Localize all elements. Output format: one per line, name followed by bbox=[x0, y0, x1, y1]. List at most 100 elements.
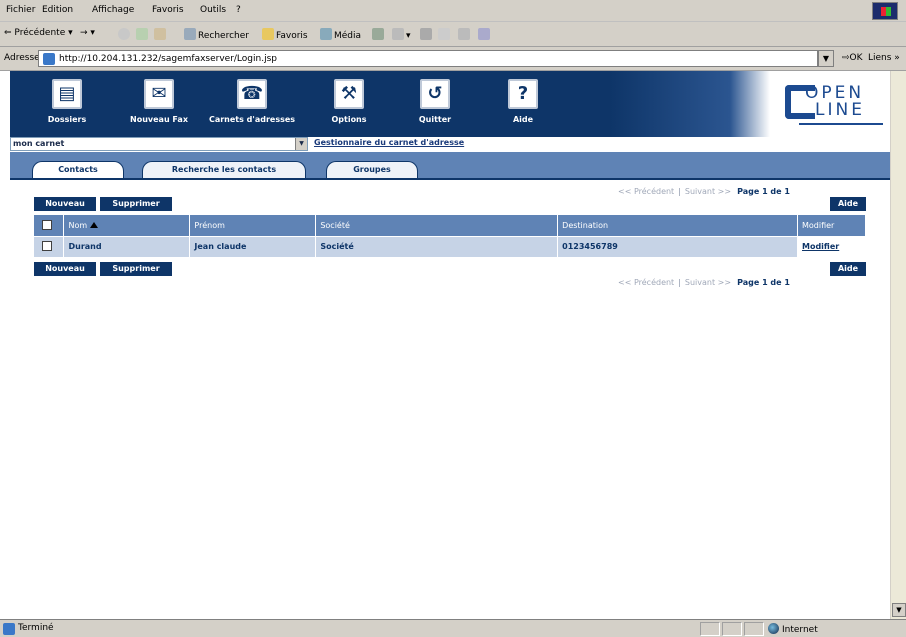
messenger-icon bbox=[478, 28, 490, 40]
address-dropdown-icon[interactable]: ▼ bbox=[818, 50, 834, 67]
column-header-societe[interactable]: Société bbox=[315, 215, 559, 236]
address-input[interactable]: http://10.204.131.232/sagemfaxserver/Log… bbox=[38, 50, 818, 67]
go-button[interactable]: ⇨OK bbox=[842, 53, 863, 63]
fax-icon: ✉ bbox=[144, 79, 174, 109]
help-icon: ? bbox=[508, 79, 538, 109]
help-button-bottom[interactable]: Aide bbox=[830, 262, 866, 276]
stop-button[interactable] bbox=[118, 28, 132, 41]
column-header-nom[interactable]: Nom bbox=[63, 215, 191, 236]
search-button[interactable]: Rechercher bbox=[184, 28, 249, 41]
discuss-icon bbox=[458, 28, 470, 40]
media-icon bbox=[320, 28, 332, 40]
nav-options[interactable]: ⚒ Options bbox=[304, 75, 394, 124]
home-icon bbox=[154, 28, 166, 40]
cell-modifier: Modifier bbox=[797, 235, 866, 257]
status-bar: Terminé Internet bbox=[0, 619, 906, 637]
edit-button[interactable] bbox=[438, 28, 452, 41]
select-all-checkbox[interactable] bbox=[42, 219, 52, 230]
folder-icon: ▤ bbox=[52, 79, 82, 109]
history-button[interactable] bbox=[372, 28, 386, 41]
page-scrollbar[interactable]: ▼ bbox=[890, 71, 906, 619]
pager-next[interactable]: Suivant >> bbox=[685, 187, 731, 196]
edit-contact-link[interactable]: Modifier bbox=[802, 242, 839, 251]
history-icon bbox=[372, 28, 384, 40]
breadcrumb[interactable]: Gestionnaire du carnet d'adresse bbox=[314, 138, 464, 147]
mail-button[interactable]: ▾ bbox=[392, 28, 411, 41]
new-button-top[interactable]: Nouveau bbox=[34, 197, 96, 211]
open-line-logo: OPEN LINE bbox=[785, 83, 885, 127]
tab-contacts[interactable]: Contacts bbox=[32, 161, 124, 179]
menu-fichier[interactable]: Fichier bbox=[6, 5, 35, 15]
refresh-icon bbox=[136, 28, 148, 40]
delete-button-bottom[interactable]: Supprimer bbox=[100, 262, 172, 276]
links-button[interactable]: Liens » bbox=[868, 53, 900, 63]
tab-recherche-contacts[interactable]: Recherche les contacts bbox=[142, 161, 306, 179]
edit-icon bbox=[438, 28, 450, 40]
address-bar: Adresse http://10.204.131.232/sagemfaxse… bbox=[0, 47, 906, 71]
home-button[interactable] bbox=[154, 28, 168, 41]
scroll-down-icon[interactable]: ▼ bbox=[892, 603, 906, 617]
row-select-cell bbox=[34, 235, 65, 257]
media-button[interactable]: Média bbox=[320, 28, 361, 41]
browser-toolbar: ⇐ Précédente ▾ → ▾ Rechercher Favoris Mé… bbox=[0, 22, 906, 47]
messenger-button[interactable] bbox=[478, 28, 492, 41]
cell-nom: Durand bbox=[63, 235, 191, 257]
carnet-row: mon carnet ▼ Gestionnaire du carnet d'ad… bbox=[10, 137, 890, 151]
column-header-destination[interactable]: Destination bbox=[557, 215, 798, 236]
chevron-down-icon[interactable]: ▼ bbox=[295, 138, 307, 150]
menu-help[interactable]: ? bbox=[236, 5, 241, 15]
back-button[interactable]: ⇐ Précédente ▾ bbox=[4, 28, 73, 38]
select-all-cell bbox=[34, 215, 65, 236]
refresh-button[interactable] bbox=[136, 28, 150, 41]
column-header-modifier: Modifier bbox=[797, 215, 866, 236]
pager-next[interactable]: Suivant >> bbox=[685, 278, 731, 287]
phone-icon: ☎ bbox=[237, 79, 267, 109]
favorites-icon bbox=[262, 28, 274, 40]
print-icon bbox=[420, 28, 432, 40]
tab-groupes[interactable]: Groupes bbox=[326, 161, 418, 179]
wrench-icon: ⚒ bbox=[334, 79, 364, 109]
security-zone: Internet bbox=[768, 623, 818, 635]
delete-button-top[interactable]: Supprimer bbox=[100, 197, 172, 211]
new-button-bottom[interactable]: Nouveau bbox=[34, 262, 96, 276]
carnet-select[interactable]: mon carnet ▼ bbox=[10, 137, 308, 151]
row-checkbox[interactable] bbox=[42, 241, 52, 252]
nav-nouveau-fax[interactable]: ✉ Nouveau Fax bbox=[114, 75, 204, 124]
menu-favoris[interactable]: Favoris bbox=[152, 5, 184, 15]
menu-outils[interactable]: Outils bbox=[200, 5, 226, 15]
pager-page: Page 1 de 1 bbox=[737, 187, 790, 196]
sort-ascending-icon bbox=[90, 221, 99, 228]
nav-dossiers[interactable]: ▤ Dossiers bbox=[22, 75, 112, 124]
pager-page: Page 1 de 1 bbox=[737, 278, 790, 287]
forward-button[interactable]: → ▾ bbox=[80, 28, 95, 38]
address-url: http://10.204.131.232/sagemfaxserver/Log… bbox=[59, 54, 277, 64]
menu-affichage[interactable]: Affichage bbox=[92, 5, 134, 15]
pager-prev[interactable]: << Précédent bbox=[618, 187, 674, 196]
contacts-table: Nom Prénom Société Destination Modifier … bbox=[34, 215, 866, 257]
favorites-button[interactable]: Favoris bbox=[262, 28, 308, 41]
cell-societe: Société bbox=[315, 235, 559, 257]
help-button-top[interactable]: Aide bbox=[830, 197, 866, 211]
discuss-button[interactable] bbox=[458, 28, 472, 41]
page-icon bbox=[43, 53, 55, 65]
app-header: ▤ Dossiers ✉ Nouveau Fax ☎ Carnets d'adr… bbox=[10, 71, 890, 137]
nav-carnets-adresses[interactable]: ☎ Carnets d'adresses bbox=[200, 75, 304, 124]
menu-bar: Fichier Edition Affichage Favoris Outils… bbox=[0, 0, 906, 22]
tab-divider bbox=[10, 178, 890, 180]
menu-edition[interactable]: Edition bbox=[42, 5, 73, 15]
table-row: Durand Jean claude Société 0123456789 Mo… bbox=[34, 235, 866, 257]
mail-icon bbox=[392, 28, 404, 40]
internet-globe-icon bbox=[768, 623, 779, 634]
nav-quitter[interactable]: ↺ Quitter bbox=[390, 75, 480, 124]
column-header-prenom[interactable]: Prénom bbox=[189, 215, 317, 236]
page-status-icon bbox=[3, 623, 15, 635]
nav-aide[interactable]: ? Aide bbox=[478, 75, 568, 124]
cell-prenom: Jean claude bbox=[189, 235, 317, 257]
windows-logo-icon bbox=[872, 2, 898, 20]
exit-icon: ↺ bbox=[420, 79, 450, 109]
pager-bottom: << Précédent | Suivant >> Page 1 de 1 bbox=[618, 278, 790, 287]
print-button[interactable] bbox=[420, 28, 434, 41]
back-arrow-icon: ⇐ bbox=[4, 28, 12, 38]
carnet-select-value: mon carnet bbox=[13, 139, 65, 148]
pager-prev[interactable]: << Précédent bbox=[618, 278, 674, 287]
